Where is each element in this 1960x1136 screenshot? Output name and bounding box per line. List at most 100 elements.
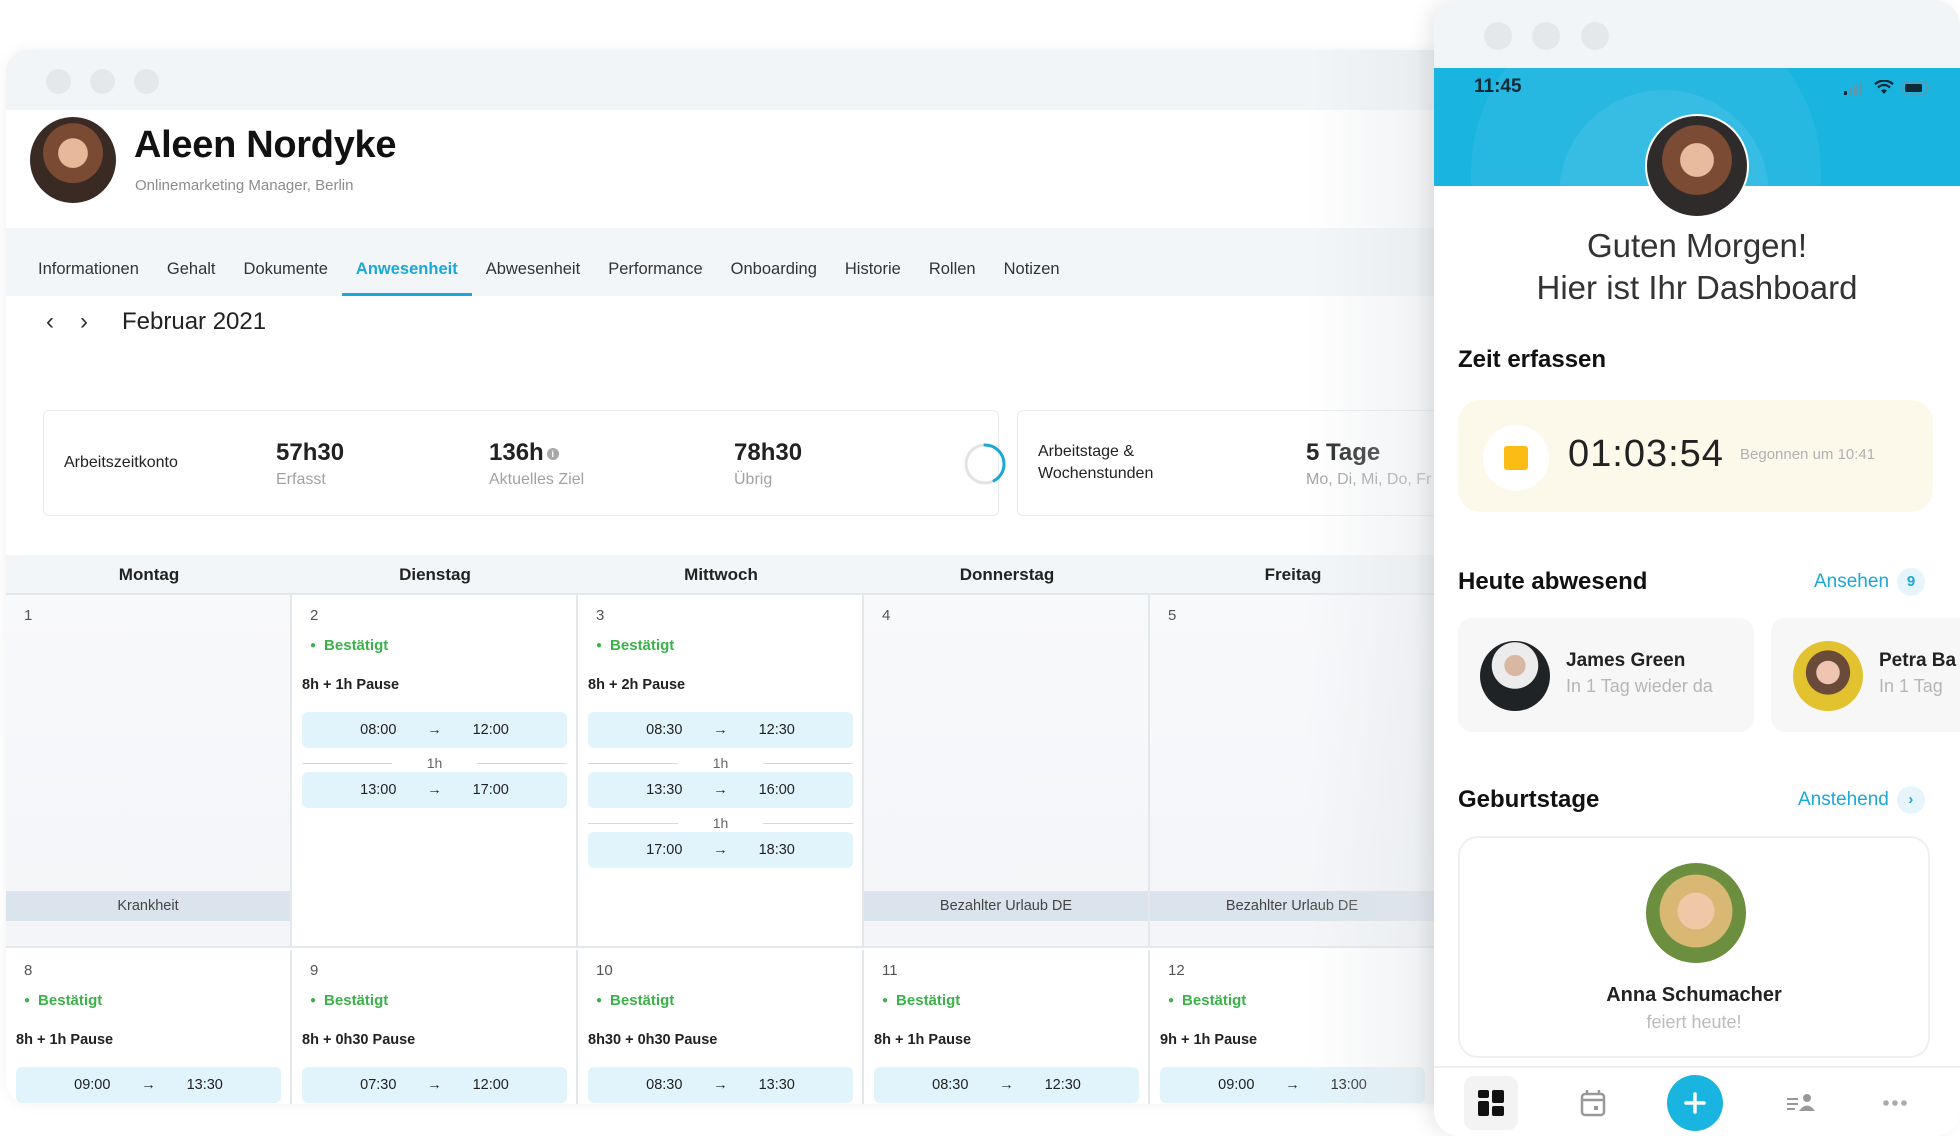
chevron-right-icon[interactable]: ›: [80, 308, 88, 336]
calendar-day-cell[interactable]: 3Bestätigt8h + 2h Pause08:30→12:301h13:3…: [578, 595, 864, 946]
weekday-label: Montag: [118, 565, 180, 584]
status-confirmed: Bestätigt: [310, 992, 388, 1009]
profile-header: Aleen Nordyke Onlinemarketing Manager, B…: [6, 110, 1446, 228]
person-name: James Green: [1566, 650, 1686, 671]
time-slot[interactable]: 08:30 → 13:30: [588, 1067, 853, 1103]
absent-today-title: Heute abwesend: [1458, 568, 1648, 595]
calendar-day-cell[interactable]: 11 Bestätigt 8h + 1h Pause 08:30 → 12:30: [864, 950, 1150, 1104]
calendar-day-cell[interactable]: 4 Bezahlter Urlaub DE: [864, 595, 1150, 946]
status-time: 11:45: [1474, 76, 1522, 97]
greeting-line: Hier ist Ihr Dashboard: [1536, 269, 1858, 306]
window-dot: [1484, 22, 1512, 50]
time-slot[interactable]: 08:00 → 12:00: [302, 712, 567, 748]
desktop-window: Aleen Nordyke Onlinemarketing Manager, B…: [6, 50, 1446, 1104]
time-slot[interactable]: 13:00 → 17:00: [302, 772, 567, 808]
status-confirmed: Bestätigt: [310, 637, 388, 654]
stop-timer-button[interactable]: [1483, 425, 1549, 491]
calendar-day-cell[interactable]: 8 Bestätigt 8h + 1h Pause 09:00 → 13:30: [6, 950, 292, 1104]
calendar-day-cell[interactable]: 12 Bestätigt 9h + 1h Pause 09:00 → 13:00: [1150, 950, 1436, 1104]
time-tracking-card: 01:03:54 Begonnen um 10:41: [1458, 400, 1933, 512]
tab-abwesenheit[interactable]: Abwesenheit: [472, 260, 594, 296]
info-icon[interactable]: i: [546, 447, 559, 460]
slot-end: 16:00: [758, 782, 795, 798]
slot-start: 13:00: [360, 782, 397, 798]
birthday-card[interactable]: Anna Schumacher feiert heute!: [1458, 836, 1930, 1058]
avatar: [1793, 641, 1863, 711]
slot-start: 08:00: [360, 722, 397, 738]
birthdays-title: Geburtstage: [1458, 786, 1600, 813]
arrow-right-icon: →: [713, 842, 728, 858]
team-icon: [1787, 1094, 1815, 1111]
chevron-left-icon[interactable]: ‹: [46, 308, 54, 336]
weekday-label: Donnerstag: [959, 565, 1055, 584]
time-slot[interactable]: 08:30 → 12:30: [588, 712, 853, 748]
status-confirmed: Bestätigt: [24, 992, 102, 1009]
tab-performance[interactable]: Performance: [594, 260, 716, 296]
absence-label: Krankheit: [6, 891, 290, 921]
time-slot[interactable]: 09:00 → 13:00: [1160, 1067, 1425, 1103]
arrow-right-icon: →: [713, 722, 728, 738]
calendar-day-cell[interactable]: 2Bestätigt8h + 1h Pause08:00→12:001h13:0…: [292, 595, 578, 946]
workdays-label-line: Arbeitstage &: [1038, 443, 1135, 460]
employee-subtitle: Onlinemarketing Manager, Berlin: [135, 177, 354, 194]
day-number: 9: [310, 962, 319, 979]
tab-rollen[interactable]: Rollen: [915, 260, 990, 296]
user-avatar[interactable]: [1645, 114, 1749, 218]
nav-calendar[interactable]: [1566, 1076, 1620, 1130]
more-icon: [1883, 1100, 1907, 1106]
stat-value: 136h: [489, 439, 544, 466]
stat-label: Mo, Di, Mi, Do, Fr: [1306, 471, 1432, 488]
phone-titlebar: [1434, 0, 1960, 68]
tab-onboarding[interactable]: Onboarding: [717, 260, 831, 296]
tab-informationen[interactable]: Informationen: [24, 260, 153, 296]
work-duration: 8h + 1h Pause: [302, 677, 400, 693]
slot-start: 07:30: [360, 1077, 397, 1093]
weekday-label: Freitag: [1264, 565, 1322, 584]
stat-value: 5 Tage: [1306, 439, 1381, 466]
break-duration: 1h: [588, 753, 853, 773]
upcoming-birthdays-label: Anstehend: [1798, 789, 1889, 810]
time-slot[interactable]: 13:30 → 16:00: [588, 772, 853, 808]
tab-historie[interactable]: Historie: [831, 260, 915, 296]
calendar-day-cell[interactable]: 10 Bestätigt 8h30 + 0h30 Pause 08:30 → 13:30: [578, 950, 864, 1104]
nav-more[interactable]: [1868, 1076, 1922, 1130]
absent-count-badge: 9: [1897, 568, 1926, 596]
workdays-label: Arbeitstage & Wochenstunden: [1038, 441, 1153, 485]
day-number: 2: [310, 607, 319, 624]
nav-team[interactable]: [1774, 1076, 1828, 1130]
absence-label: Bezahlter Urlaub DE: [1150, 891, 1434, 921]
tab-anwesenheit[interactable]: Anwesenheit: [341, 260, 472, 296]
upcoming-birthdays-link[interactable]: Anstehend ›: [1798, 786, 1925, 814]
add-button[interactable]: [1667, 1075, 1723, 1131]
time-slot[interactable]: 17:00 → 18:30: [588, 832, 853, 868]
view-absent-link[interactable]: Ansehen 9: [1814, 568, 1926, 596]
time-slot[interactable]: 07:30 → 12:00: [302, 1067, 567, 1103]
calendar-day-cell[interactable]: 9 Bestätigt 8h + 0h30 Pause 07:30 → 12:00: [292, 950, 578, 1104]
view-absent-label: Ansehen: [1814, 571, 1890, 592]
tab-notizen[interactable]: Notizen: [990, 260, 1074, 296]
tab-dokumente[interactable]: Dokumente: [230, 260, 342, 296]
calendar-icon: [1580, 1090, 1606, 1117]
day-number: 10: [596, 962, 613, 979]
arrow-right-icon: →: [713, 782, 728, 798]
avatar: [1646, 863, 1746, 963]
stat-recorded: 57h30 Erfasst: [276, 439, 344, 489]
calendar-day-cell[interactable]: 5 Bezahlter Urlaub DE: [1150, 595, 1436, 946]
slot-end: 17:00: [472, 782, 509, 798]
slot-end: 13:30: [186, 1077, 223, 1093]
time-slot[interactable]: 08:30 → 12:30: [874, 1067, 1139, 1103]
calendar-day-cell[interactable]: 1 Krankheit: [6, 595, 292, 946]
time-slot[interactable]: 09:00 → 13:30: [16, 1067, 281, 1103]
stat-label: Erfasst: [276, 471, 326, 488]
window-dot: [1532, 22, 1560, 50]
tab-gehalt[interactable]: Gehalt: [153, 260, 230, 296]
slot-start: 13:30: [646, 782, 683, 798]
nav-dashboard[interactable]: [1464, 1076, 1518, 1130]
birthday-status: feiert heute!: [1646, 1012, 1742, 1032]
weekday-label: Dienstag: [399, 565, 471, 584]
slot-start: 08:30: [646, 722, 683, 738]
work-duration: 8h + 2h Pause: [588, 677, 686, 693]
absent-person-card[interactable]: Petra Ba In 1 Tag: [1771, 618, 1960, 732]
stat-remaining: 78h30 Übrig: [734, 439, 802, 489]
absent-person-card[interactable]: James Green In 1 Tag wieder da: [1458, 618, 1754, 732]
